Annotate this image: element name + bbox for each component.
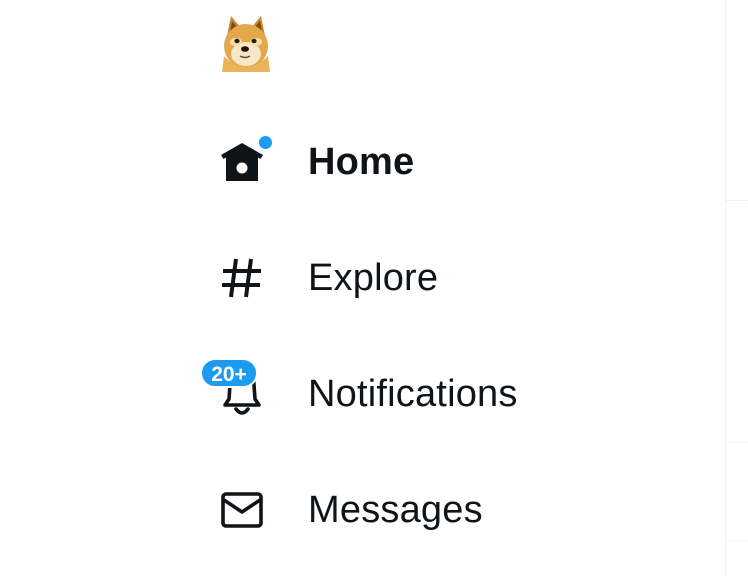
doge-logo[interactable]	[218, 12, 274, 74]
nav-item-notifications[interactable]: 20+ Notifications	[200, 336, 620, 452]
nav-item-explore[interactable]: Explore	[200, 220, 620, 336]
notification-count-badge: 20+	[200, 358, 258, 388]
nav-item-messages[interactable]: Messages	[200, 452, 620, 568]
column-divider	[725, 0, 726, 576]
primary-nav: Home Explore 20+ Notifications Messages	[200, 104, 620, 568]
nav-label-notifications: Notifications	[308, 372, 518, 415]
new-content-dot	[257, 134, 274, 151]
nav-icon-wrap: 20+	[200, 358, 284, 424]
nav-label-explore: Explore	[308, 256, 439, 299]
page: Home Explore 20+ Notifications Messages	[0, 0, 748, 576]
hashtag-icon	[222, 258, 261, 298]
nav-icon-wrap	[200, 480, 284, 540]
nav-item-home[interactable]: Home	[200, 104, 620, 220]
doge-icon	[222, 16, 270, 72]
nav-icon-wrap	[200, 248, 284, 308]
column-divider-row	[726, 442, 748, 443]
nav-icon-wrap	[200, 132, 284, 192]
column-divider-row	[726, 200, 748, 201]
nav-label-home: Home	[308, 140, 415, 183]
nav-label-messages: Messages	[308, 488, 483, 531]
column-divider-row	[726, 540, 748, 541]
envelope-icon	[221, 492, 263, 528]
